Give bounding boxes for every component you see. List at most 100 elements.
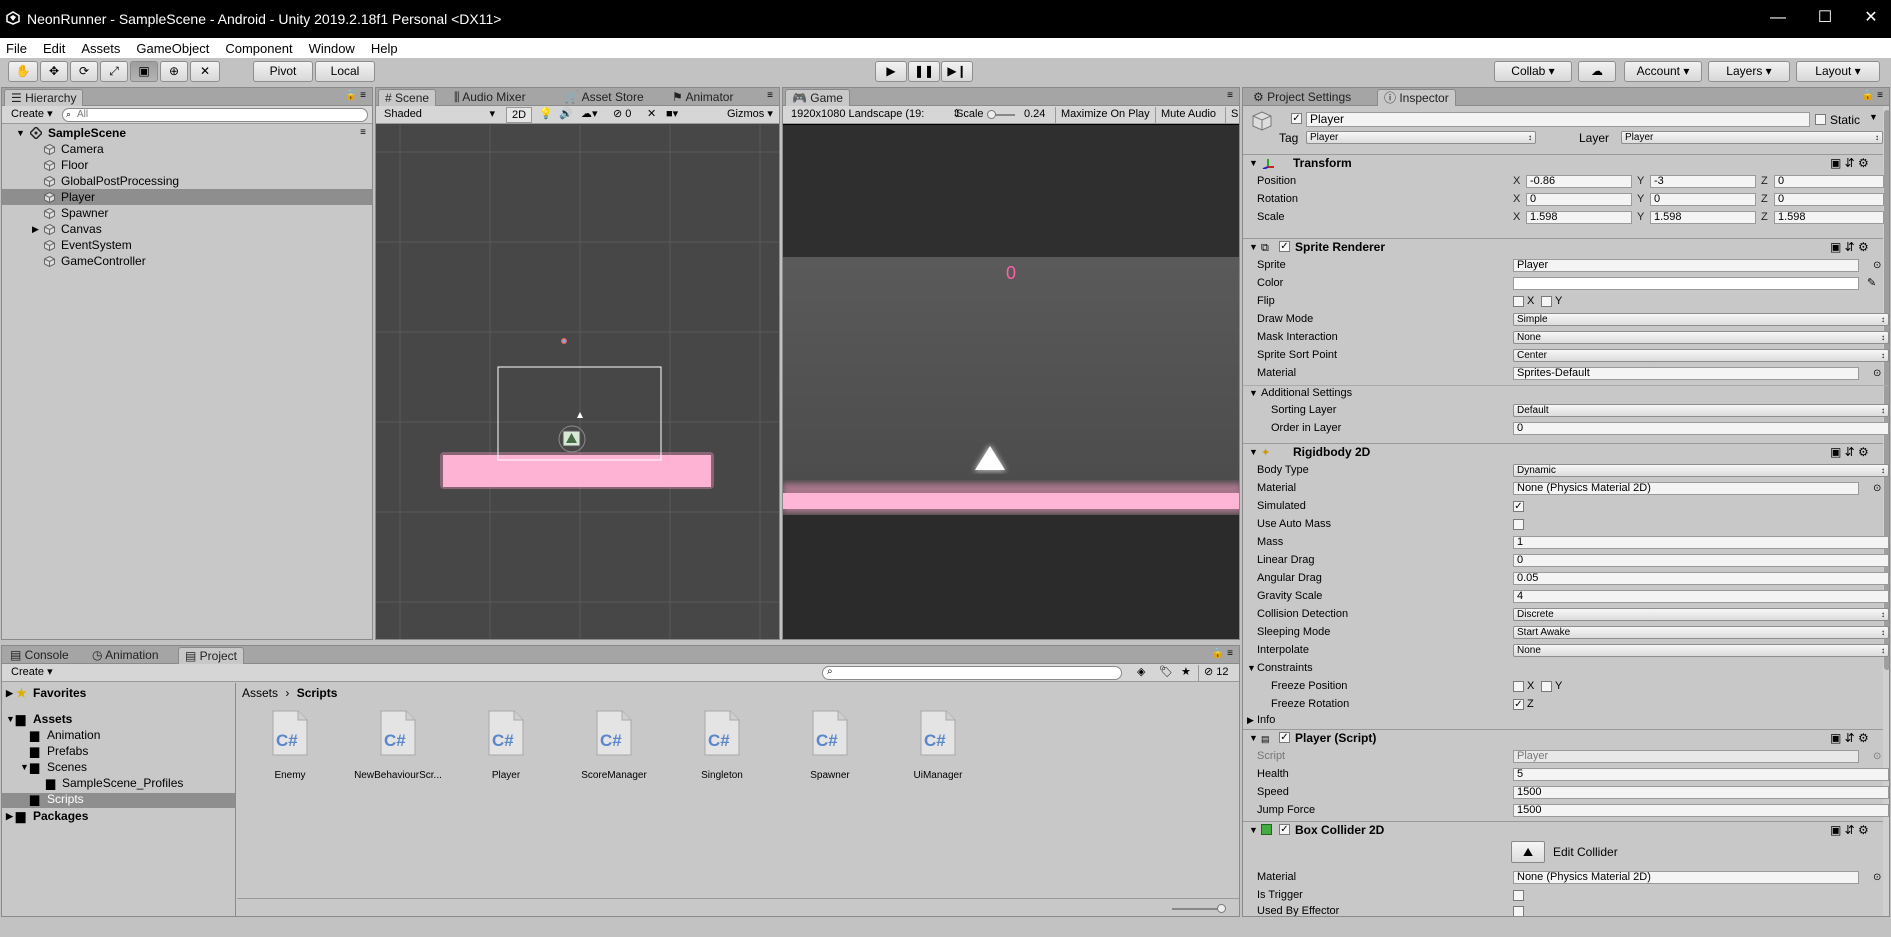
scene-tools-icon[interactable]: ✕ bbox=[642, 107, 661, 123]
tree-animation[interactable]: ▆ Animation bbox=[2, 729, 235, 742]
collab-dropdown[interactable]: Collab ▾ bbox=[1494, 61, 1572, 82]
expand-arrow-icon[interactable]: ▶ bbox=[32, 221, 39, 237]
layers-dropdown[interactable]: Layers ▾ bbox=[1708, 61, 1790, 82]
camera-icon[interactable]: ■▾ bbox=[661, 107, 683, 123]
menu-gameobject[interactable]: GameObject bbox=[128, 41, 217, 56]
gizmos-dropdown[interactable]: Gizmos ▾ bbox=[722, 107, 778, 123]
panel-menu-icon[interactable]: ≡ bbox=[1227, 90, 1233, 101]
script-field[interactable]: Player bbox=[1513, 750, 1859, 763]
script-asset-4[interactable]: C# Singleton bbox=[677, 710, 767, 781]
sprite-renderer-enabled-checkbox[interactable]: ✓ bbox=[1279, 241, 1290, 252]
effects-icon[interactable]: ☁▾ bbox=[576, 107, 603, 123]
tab-hierarchy[interactable]: ☰ Hierarchy bbox=[4, 89, 84, 106]
tree-packages[interactable]: ▶ ▆ Packages bbox=[2, 810, 235, 823]
layer-dropdown[interactable]: Player bbox=[1621, 131, 1883, 144]
scene-menu-icon[interactable]: ≡ bbox=[360, 125, 366, 141]
sleeping-mode-dropdown[interactable]: Start Awake bbox=[1513, 626, 1889, 639]
object-picker-icon[interactable]: ⊙ bbox=[1873, 870, 1881, 885]
game-viewport[interactable]: 0 bbox=[783, 125, 1239, 639]
jump-force-field[interactable]: 1500 bbox=[1513, 804, 1889, 817]
icon-size-slider-thumb[interactable] bbox=[1217, 904, 1226, 913]
rect-tool-button[interactable]: ▣ bbox=[130, 61, 158, 82]
transform-rotation-field[interactable]: 0 bbox=[1526, 193, 1632, 206]
rigidbody-header[interactable]: ▼ ✦ Rigidbody 2D ▣ ⇵ ⚙ bbox=[1243, 443, 1889, 460]
color-swatch[interactable] bbox=[1513, 277, 1859, 290]
fold-arrow-icon[interactable]: ▼ bbox=[1249, 239, 1258, 255]
gravity-scale-field[interactable]: 4 bbox=[1513, 590, 1889, 603]
static-dropdown-icon[interactable]: ▼ bbox=[1869, 112, 1878, 122]
menu-file[interactable]: File bbox=[0, 41, 35, 56]
scale-slider-thumb[interactable] bbox=[987, 110, 996, 119]
hierarchy-item-globalpostprocessing[interactable]: GlobalPostProcessing bbox=[2, 173, 372, 189]
breadcrumb-assets[interactable]: Assets bbox=[242, 686, 278, 700]
breadcrumb-scripts[interactable]: Scripts bbox=[297, 686, 338, 700]
freeze-y-checkbox[interactable] bbox=[1541, 681, 1552, 692]
body-type-dropdown[interactable]: Dynamic bbox=[1513, 464, 1889, 477]
script-asset-5[interactable]: C# Spawner bbox=[785, 710, 875, 781]
transform-rotation-field[interactable]: 0 bbox=[1774, 193, 1884, 206]
fold-arrow-icon[interactable]: ▼ bbox=[1249, 822, 1258, 838]
panel-menu-icon[interactable]: 🔒 ≡ bbox=[345, 90, 366, 101]
order-in-layer-field[interactable]: 0 bbox=[1513, 422, 1889, 435]
script-asset-2[interactable]: C# Player bbox=[461, 710, 551, 781]
maximize-button[interactable]: ☐ bbox=[1815, 8, 1835, 28]
object-picker-icon[interactable]: ⊙ bbox=[1873, 481, 1881, 496]
box-collider-enabled-checkbox[interactable]: ✓ bbox=[1279, 824, 1290, 835]
edit-collider-button[interactable]: ⛰ bbox=[1511, 841, 1545, 863]
linear-drag-field[interactable]: 0 bbox=[1513, 554, 1889, 567]
mass-field[interactable]: 1 bbox=[1513, 536, 1889, 549]
health-field[interactable]: 5 bbox=[1513, 768, 1889, 781]
script-asset-3[interactable]: C# ScoreManager bbox=[569, 710, 659, 781]
object-name-field[interactable]: Player bbox=[1306, 112, 1810, 127]
transform-tool-button[interactable]: ⊕ bbox=[160, 61, 188, 82]
tab-console[interactable]: ▤ Console bbox=[4, 647, 75, 664]
hand-tool-button[interactable]: ✋ bbox=[8, 61, 38, 82]
hidden-objects-toggle[interactable]: ⊘ 0 bbox=[608, 107, 636, 123]
minimize-button[interactable]: — bbox=[1768, 8, 1788, 28]
move-tool-button[interactable]: ✥ bbox=[40, 61, 68, 82]
sprite-field[interactable]: Player bbox=[1513, 259, 1859, 272]
sprite-renderer-header[interactable]: ▼ ⧉ ✓ Sprite Renderer ▣ ⇵ ⚙ bbox=[1243, 238, 1889, 255]
tab-inspector[interactable]: ⓘ Inspector bbox=[1377, 89, 1456, 106]
active-checkbox[interactable]: ✓ bbox=[1291, 113, 1302, 124]
tab-project-settings[interactable]: ⚙ Project Settings bbox=[1247, 89, 1357, 106]
pivot-toggle[interactable]: Pivot bbox=[253, 61, 313, 82]
rotate-tool-button[interactable]: ⟳ bbox=[70, 61, 98, 82]
mask-interaction-dropdown[interactable]: None bbox=[1513, 331, 1889, 344]
scene-root-item[interactable]: ▼ SampleScene ≡ bbox=[2, 125, 372, 141]
tree-assets[interactable]: ▼ ▆ Assets bbox=[2, 713, 235, 726]
is-trigger-checkbox[interactable] bbox=[1513, 890, 1524, 901]
fold-arrow-icon[interactable]: ▼ bbox=[1249, 386, 1258, 401]
flip-x-checkbox[interactable] bbox=[1513, 296, 1524, 307]
custom-tool-button[interactable]: ✕ bbox=[190, 61, 220, 82]
expand-arrow-icon[interactable]: ▼ bbox=[16, 125, 25, 141]
menu-window[interactable]: Window bbox=[301, 41, 363, 56]
info-foldout[interactable]: ▶ Info bbox=[1243, 713, 1889, 728]
fold-arrow-icon[interactable]: ▼ bbox=[1247, 661, 1256, 676]
freeze-x-checkbox[interactable] bbox=[1513, 681, 1524, 692]
transform-rotation-field[interactable]: 0 bbox=[1650, 193, 1756, 206]
expand-arrow-icon[interactable]: ▼ bbox=[20, 761, 29, 774]
material-field[interactable]: Sprites-Default bbox=[1513, 367, 1859, 380]
additional-settings-foldout[interactable]: ▼ Additional Settings bbox=[1243, 385, 1889, 400]
collision-detection-dropdown[interactable]: Discrete bbox=[1513, 608, 1889, 621]
speed-field[interactable]: 1500 bbox=[1513, 786, 1889, 799]
favorite-star-icon[interactable]: ★ bbox=[1176, 665, 1196, 681]
hierarchy-search-input[interactable]: All bbox=[62, 108, 368, 122]
tree-scene-profiles[interactable]: ▆ SampleScene_Profiles bbox=[2, 777, 235, 790]
component-help-icon[interactable]: ▣ ⇵ ⚙ bbox=[1830, 239, 1869, 255]
script-asset-6[interactable]: C# UiManager bbox=[893, 710, 983, 781]
expand-arrow-icon[interactable]: ▶ bbox=[6, 810, 13, 823]
hierarchy-item-gamecontroller[interactable]: GameController bbox=[2, 253, 372, 269]
tree-scenes[interactable]: ▼ ▆ Scenes bbox=[2, 761, 235, 774]
panel-menu-icon[interactable]: ≡ bbox=[767, 90, 773, 101]
step-button[interactable]: ▶❙ bbox=[941, 61, 973, 82]
bc-material-field[interactable]: None (Physics Material 2D) bbox=[1513, 871, 1859, 884]
tree-scripts[interactable]: ▆ Scripts bbox=[2, 793, 235, 808]
sorting-layer-dropdown[interactable]: Default bbox=[1513, 404, 1889, 417]
script-asset-1[interactable]: C# NewBehaviourScr... bbox=[353, 710, 443, 781]
filter-label-icon[interactable]: 🏷 bbox=[1154, 665, 1178, 681]
hierarchy-item-canvas[interactable]: ▶ Canvas bbox=[2, 221, 372, 237]
transform-position-field[interactable]: 0 bbox=[1774, 175, 1884, 188]
static-checkbox[interactable] bbox=[1815, 114, 1826, 125]
